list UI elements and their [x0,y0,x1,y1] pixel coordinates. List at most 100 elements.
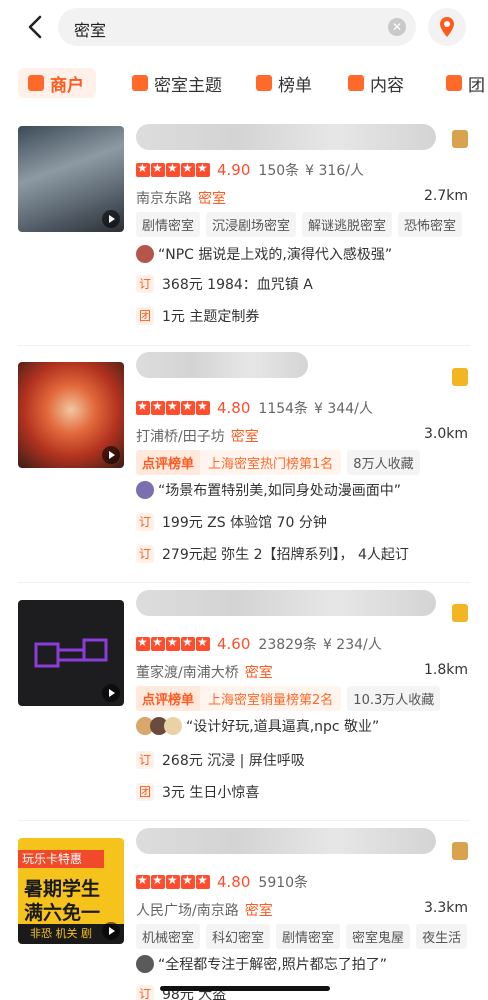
deal-text: 268元 沉浸 | 屏住呼吸 [162,753,305,769]
deal-row[interactable]: 订 368元 1984：血咒镇 A [136,274,313,294]
play-icon [102,684,120,702]
avg-price: ¥ 316/人 [305,163,364,179]
ranking-icon [256,75,272,91]
list-item[interactable]: 4.80 1154条 ¥ 344/人 打浦桥/田子坊密室 3.0km 点评榜单 … [0,352,488,582]
category-tabs: 商户 密室主题 榜单 内容 团 [0,60,488,104]
area: 董家渡/南浦大桥 [136,665,239,681]
review-snippet[interactable]: “NPC 据说是上戏的,演得代入感极强” [136,244,392,264]
shop-name-redacted [136,828,436,854]
star-rating [136,161,211,177]
clear-icon[interactable]: ✕ [388,18,406,36]
review-snippet[interactable]: “设计好玩,道具逼真,npc 敬业” [136,716,379,736]
star-rating [136,399,211,415]
favorites-count: 8万人收藏 [347,450,420,475]
back-icon[interactable] [22,12,52,42]
review-text: “全程都专注于解密,照片都忘了拍了” [158,957,387,973]
tag-chip[interactable]: 机械密室 [136,924,201,949]
tab-content[interactable]: 内容 [348,68,404,98]
rating-row: 4.80 1154条 ¥ 344/人 [136,398,379,418]
review-count: 150条 [258,163,300,179]
booking-badge: 订 [136,545,154,563]
list-item[interactable]: 4.90 150条 ¥ 316/人 南京东路密室 2.7km 剧情密室 沉浸剧场… [0,120,488,345]
tag-list: 机械密室 科幻密室 剧情密室 密室鬼屋 夜生活 [136,924,473,949]
tag-chip[interactable]: 夜生活 [416,924,468,949]
tab-theme[interactable]: 密室主题 [132,68,222,98]
search-query: 密室 [74,21,107,40]
home-indicator[interactable] [160,986,330,991]
deal-text: 199元 ZS 体验馆 70 分钟 [162,515,327,531]
deal-row[interactable]: 订 279元起 弥生 2【招牌系列】， 4人起订 [136,544,409,564]
rating-row: 4.80 5910条 [136,872,314,892]
deal-row[interactable]: 订 199元 ZS 体验馆 70 分钟 [136,512,327,532]
ranking-tag: 点评榜单 [136,450,201,475]
review-snippet[interactable]: “全程都专注于解密,照片都忘了拍了” [136,954,387,974]
deal-row[interactable]: 团 1元 主题定制券 [136,306,259,326]
medal-icon [452,842,468,860]
rating-score: 4.90 [217,161,251,179]
avatar [136,481,154,499]
tab-group-deal[interactable]: 团 [446,68,485,98]
location-icon[interactable] [428,8,466,46]
booking-badge: 订 [136,275,154,293]
favorites-count: 10.3万人收藏 [347,686,441,711]
list-item[interactable]: 玩乐卡特惠 暑期学生 满六免一 非恐 机关 剧 4.80 5910条 人民广场/… [0,828,488,1000]
rating-score: 4.60 [217,635,251,653]
tag-chip[interactable]: 剧情密室 [136,212,201,237]
review-count: 5910条 [258,875,309,891]
deal-row[interactable]: 订 268元 沉浸 | 屏住呼吸 [136,750,305,770]
tab-label: 榜单 [278,75,312,96]
list-item[interactable]: 4.60 23829条 ¥ 234/人 董家渡/南浦大桥密室 1.8km 点评榜… [0,590,488,820]
shop-thumbnail[interactable] [18,600,124,706]
deal-row[interactable]: 团 3元 生日小惊喜 [136,782,259,802]
shop-thumbnail[interactable]: 玩乐卡特惠 暑期学生 满六免一 非恐 机关 剧 [18,838,124,944]
promo-banner: 玩乐卡特惠 [18,850,104,868]
promo-line: 满六免一 [24,902,101,924]
tag-chip[interactable]: 解谜逃脱密室 [302,212,393,237]
tag-chip[interactable]: 恐怖密室 [398,212,463,237]
tab-label: 密室主题 [154,75,222,96]
tag-chip[interactable]: 沉浸剧场密室 [206,212,297,237]
group-deal-icon [446,75,462,91]
star-rating [136,635,211,651]
tab-shop[interactable]: 商户 [18,68,96,98]
review-text: “设计好玩,道具逼真,npc 敬业” [186,719,380,735]
ranking-row[interactable]: 点评榜单 上海密室热门榜第1名 8万人收藏 [136,450,420,475]
medal-icon [452,604,468,622]
tag-chip[interactable]: 剧情密室 [276,924,341,949]
area: 南京东路 [136,191,192,207]
rating-row: 4.60 23829条 ¥ 234/人 [136,634,388,654]
distance: 2.7km [423,188,468,204]
review-text: “场景布置特别美,如同身处动漫画面中” [158,483,401,499]
ranking-text: 上海密室热门榜第1名 [200,450,342,475]
content-icon [348,75,364,91]
play-icon [102,446,120,464]
category: 密室 [230,429,259,445]
tag-chip[interactable]: 密室鬼屋 [346,924,411,949]
deal-text: 3元 生日小惊喜 [162,785,260,801]
shop-thumbnail[interactable] [18,362,124,468]
star-rating [136,873,211,889]
ranking-text: 上海密室销量榜第2名 [200,686,342,711]
tab-ranking[interactable]: 榜单 [256,68,312,98]
tab-label: 商户 [50,75,84,96]
tag-chip[interactable]: 科幻密室 [206,924,271,949]
shop-icon [28,75,44,91]
divider [18,820,470,821]
play-icon [102,922,120,940]
rating-row: 4.90 150条 ¥ 316/人 [136,160,370,180]
group-badge: 团 [136,307,154,325]
search-input[interactable]: 密室 ✕ [58,8,416,46]
rating-score: 4.80 [217,399,251,417]
divider [18,345,470,346]
tag-list: 剧情密室 沉浸剧场密室 解谜逃脱密室 恐怖密室 [136,212,468,237]
top-bar: 密室 ✕ [0,0,488,54]
medal-icon [452,130,468,148]
shop-name-redacted [136,124,436,150]
shop-thumbnail[interactable] [18,126,124,232]
review-snippet[interactable]: “场景布置特别美,如同身处动漫画面中” [136,480,401,500]
ranking-row[interactable]: 点评榜单 上海密室销量榜第2名 10.3万人收藏 [136,686,441,711]
shop-name-redacted [136,590,436,616]
area: 人民广场/南京路 [136,903,239,919]
category: 密室 [244,903,273,919]
location-row: 董家渡/南浦大桥 密室 [136,662,273,682]
